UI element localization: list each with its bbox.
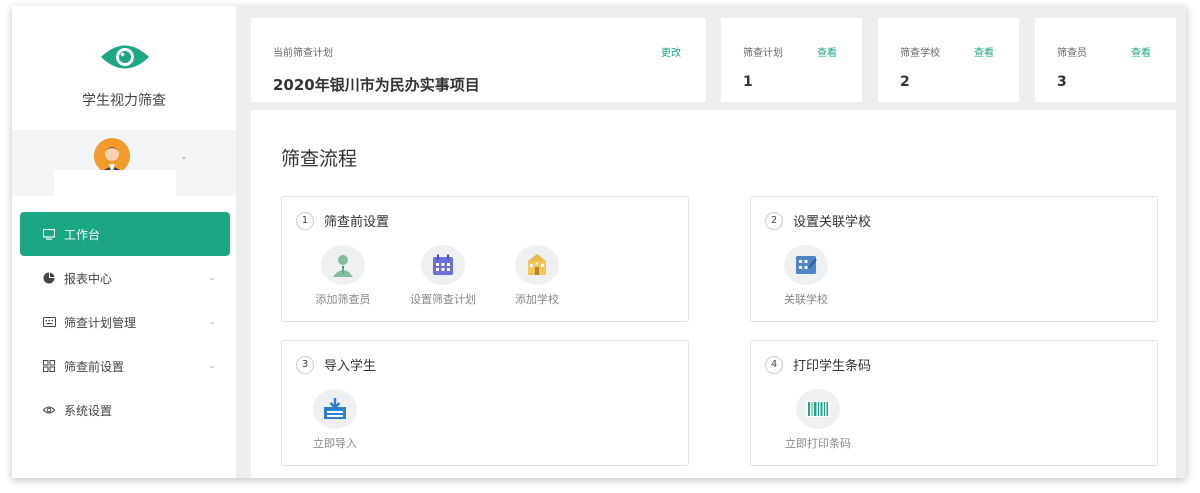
stat-value: 2 xyxy=(900,74,910,90)
sidebar-item-workbench[interactable]: 工作台 xyxy=(20,212,230,256)
chevron-down-icon: ⌄ xyxy=(208,361,216,371)
user-avatar-icon xyxy=(94,138,130,174)
step-link-schools: 2 设置关联学校 关联学校 xyxy=(750,196,1158,322)
action-label: 添加筛查员 xyxy=(315,293,371,306)
barcode-icon xyxy=(796,389,840,429)
action-label: 立即打印条码 xyxy=(785,437,851,450)
user-icon xyxy=(321,245,365,285)
step-title: 打印学生条码 xyxy=(793,359,872,374)
pie-chart-icon xyxy=(42,271,56,285)
sidebar-item-label: 系统设置 xyxy=(64,403,113,418)
grid-icon xyxy=(42,359,56,373)
stat-label: 筛查学校 xyxy=(900,48,940,59)
sidebar-menu: 工作台 报表中心 ⌄ 筛查计划管理 ⌄ 筛查前设置 ⌄ 系统设置 xyxy=(12,212,236,432)
step-print-barcodes: 4 打印学生条码 立即打印条码 xyxy=(750,340,1158,466)
sidebar-item-label: 筛查计划管理 xyxy=(64,315,137,330)
action-label: 设置筛查计划 xyxy=(410,293,476,306)
step-header: 4 打印学生条码 xyxy=(765,355,871,374)
eye-settings-icon xyxy=(42,403,56,417)
eye-logo-icon xyxy=(101,45,149,69)
set-screening-plan-button[interactable]: 设置筛查计划 xyxy=(398,245,488,307)
step-header: 2 设置关联学校 xyxy=(765,211,871,230)
page-title: 筛查流程 xyxy=(281,148,358,170)
sidebar-item-system-settings[interactable]: 系统设置 xyxy=(12,388,236,432)
plan-count-card: 筛查计划 查看 1 xyxy=(721,18,862,102)
school-icon xyxy=(515,245,559,285)
step-pre-screening-setup: 1 筛查前设置 添加筛查员 设置筛查计划 添加学校 xyxy=(281,196,689,322)
stat-label: 筛查计划 xyxy=(743,48,783,59)
app-window: 学生视力筛查 ⌄ 工作台 报表中心 ⌄ 筛查计划管理 ⌄ 筛查前设置 ⌄ 系统设… xyxy=(12,6,1186,478)
keyboard-icon xyxy=(42,315,56,329)
sidebar-item-reports[interactable]: 报表中心 ⌄ xyxy=(12,256,236,300)
user-name xyxy=(54,170,176,196)
logo: 学生视力筛查 xyxy=(12,6,236,124)
link-school-button[interactable]: 关联学校 xyxy=(761,245,851,307)
sidebar-item-pre-screening-settings[interactable]: 筛查前设置 ⌄ xyxy=(12,344,236,388)
step-number: 4 xyxy=(765,355,783,374)
step-number: 3 xyxy=(296,355,314,374)
add-school-button[interactable]: 添加学校 xyxy=(492,245,582,307)
add-screener-button[interactable]: 添加筛查员 xyxy=(298,245,388,307)
view-schools-link[interactable]: 查看 xyxy=(974,44,994,59)
step-title: 筛查前设置 xyxy=(324,215,390,230)
step-title: 设置关联学校 xyxy=(793,215,872,230)
sidebar-item-label: 筛查前设置 xyxy=(64,359,125,374)
calendar-icon xyxy=(421,245,465,285)
chevron-down-icon[interactable]: ⌄ xyxy=(180,152,188,162)
import-icon xyxy=(313,389,357,429)
avatar[interactable] xyxy=(94,138,130,174)
action-label: 添加学校 xyxy=(515,293,559,306)
print-barcode-button[interactable]: 立即打印条码 xyxy=(773,389,863,451)
stat-value: 3 xyxy=(1057,74,1067,90)
action-label: 关联学校 xyxy=(784,293,828,306)
sidebar-item-plan-management[interactable]: 筛查计划管理 ⌄ xyxy=(12,300,236,344)
chevron-down-icon: ⌄ xyxy=(208,273,216,283)
stat-value: 1 xyxy=(743,74,753,90)
link-school-icon xyxy=(784,245,828,285)
screener-count-card: 筛查员 查看 3 xyxy=(1035,18,1176,102)
sidebar-item-label: 报表中心 xyxy=(64,271,113,286)
chevron-down-icon: ⌄ xyxy=(208,317,216,327)
action-label: 立即导入 xyxy=(313,437,357,450)
current-plan-name: 2020年银川市为民办实事项目 xyxy=(273,76,480,94)
sidebar: 学生视力筛查 ⌄ 工作台 报表中心 ⌄ 筛查计划管理 ⌄ 筛查前设置 ⌄ 系统设… xyxy=(12,6,236,478)
stat-label: 筛查员 xyxy=(1057,48,1087,59)
import-now-button[interactable]: 立即导入 xyxy=(290,389,380,451)
sidebar-item-label: 工作台 xyxy=(64,227,101,242)
app-title: 学生视力筛查 xyxy=(82,93,166,109)
current-plan-label: 当前筛查计划 xyxy=(273,48,333,59)
school-count-card: 筛查学校 查看 2 xyxy=(878,18,1019,102)
monitor-icon xyxy=(42,227,56,241)
step-number: 2 xyxy=(765,211,783,230)
view-screeners-link[interactable]: 查看 xyxy=(1131,44,1151,59)
step-number: 1 xyxy=(296,211,314,230)
view-plans-link[interactable]: 查看 xyxy=(817,44,837,59)
step-import-students: 3 导入学生 立即导入 xyxy=(281,340,689,466)
current-plan-card: 当前筛查计划 更改 2020年银川市为民办实事项目 xyxy=(251,18,706,102)
user-menu[interactable]: ⌄ xyxy=(12,130,236,196)
screening-process-panel: 筛查流程 1 筛查前设置 添加筛查员 设置筛查计划 添加学校 2 设置关联学校 … xyxy=(251,110,1176,478)
change-plan-link[interactable]: 更改 xyxy=(661,44,681,59)
step-title: 导入学生 xyxy=(324,359,377,374)
step-header: 1 筛查前设置 xyxy=(296,211,389,230)
step-header: 3 导入学生 xyxy=(296,355,376,374)
